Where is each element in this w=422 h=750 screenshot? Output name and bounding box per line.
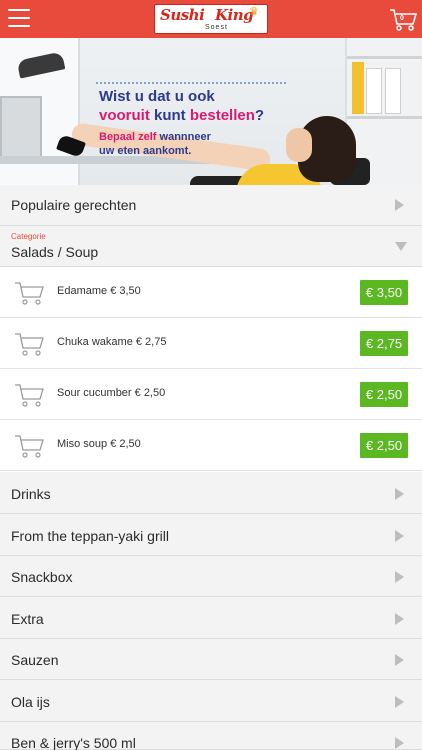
add-to-cart-icon[interactable]	[14, 382, 44, 408]
category-ola-ijs[interactable]: Ola ijs	[0, 680, 422, 722]
banner-binder	[352, 62, 364, 114]
menu-item: Sour cucumber € 2,50 € 2,50	[0, 369, 422, 420]
category-caption: Categorie	[11, 232, 46, 241]
banner-subline-2: uw eten aankomt.	[99, 145, 192, 157]
price-button[interactable]: € 2,50	[360, 433, 408, 458]
logo-subtitle: Soest	[205, 24, 228, 31]
banner-binder	[385, 68, 401, 114]
add-to-cart-icon[interactable]	[14, 280, 44, 306]
chevron-right-icon	[395, 613, 404, 625]
price-button[interactable]: € 3,50	[360, 280, 408, 305]
item-name: Miso soup € 2,50	[57, 438, 141, 450]
category-drinks[interactable]: Drinks	[0, 472, 422, 514]
menu-item: Chuka wakame € 2,75 € 2,75	[0, 318, 422, 369]
banner-headline-line1: Wist u dat u ook	[99, 88, 215, 105]
add-to-cart-icon[interactable]	[14, 331, 44, 357]
promo-banner[interactable]: Wist u dat u ook vooruit kunt bestellen?…	[0, 38, 422, 185]
banner-headline-line2: vooruit kunt bestellen?	[99, 107, 265, 124]
chevron-right-icon	[395, 654, 404, 666]
banner-binder	[366, 68, 382, 114]
price-button[interactable]: € 2,75	[360, 331, 408, 356]
sushi-king-logo[interactable]: Sushi King ♛ Soest	[154, 4, 268, 34]
top-bar: Sushi King ♛ Soest 0	[0, 0, 422, 38]
logo-word-king: King	[215, 6, 254, 24]
chevron-down-icon	[395, 242, 407, 251]
category-name: Salads / Soup	[11, 244, 99, 260]
menu-item: Miso soup € 2,50 € 2,50	[0, 420, 422, 471]
category-label: From the teppan-yaki grill	[11, 528, 169, 544]
category-label: Drinks	[11, 486, 51, 502]
category-label: Ben & jerry's 500 ml	[11, 735, 136, 750]
category-label: Sauzen	[11, 652, 59, 668]
chevron-right-icon	[395, 737, 404, 749]
banner-woman-face	[286, 128, 312, 162]
chevron-right-icon	[395, 696, 404, 708]
shopping-cart-icon[interactable]: 0	[389, 8, 418, 32]
item-name: Edamame € 3,50	[57, 285, 141, 297]
category-salads-soup[interactable]: Categorie Salads / Soup	[0, 226, 422, 267]
chevron-right-icon	[395, 488, 404, 500]
crown-icon: ♛	[249, 6, 259, 18]
category-label: Extra	[11, 611, 44, 627]
category-teppan-yaki[interactable]: From the teppan-yaki grill	[0, 514, 422, 556]
logo-word-sushi: Sushi	[160, 6, 205, 24]
item-name: Sour cucumber € 2,50	[57, 387, 166, 399]
category-label: Populaire gerechten	[11, 197, 137, 213]
menu-item: Edamame € 3,50 € 3,50	[0, 267, 422, 318]
category-label: Ola ijs	[11, 694, 50, 710]
category-popular[interactable]: Populaire gerechten	[0, 185, 422, 226]
banner-monitor	[0, 96, 42, 160]
item-name: Chuka wakame € 2,75	[57, 336, 167, 348]
banner-subline-1: Bepaal zelf wannneer	[99, 131, 211, 143]
category-snackbox[interactable]: Snackbox	[0, 556, 422, 597]
chevron-right-icon	[395, 571, 404, 583]
category-extra[interactable]: Extra	[0, 597, 422, 639]
category-label: Snackbox	[11, 569, 73, 585]
add-to-cart-icon[interactable]	[14, 433, 44, 459]
hamburger-icon[interactable]	[8, 9, 30, 29]
banner-dotted-line	[96, 82, 286, 84]
price-button[interactable]: € 2,50	[360, 382, 408, 407]
chevron-right-icon	[395, 530, 404, 542]
chevron-right-icon	[395, 199, 404, 211]
cart-count-badge: 0	[400, 15, 404, 22]
category-ben-jerrys[interactable]: Ben & jerry's 500 ml	[0, 722, 422, 750]
category-sauzen[interactable]: Sauzen	[0, 639, 422, 680]
